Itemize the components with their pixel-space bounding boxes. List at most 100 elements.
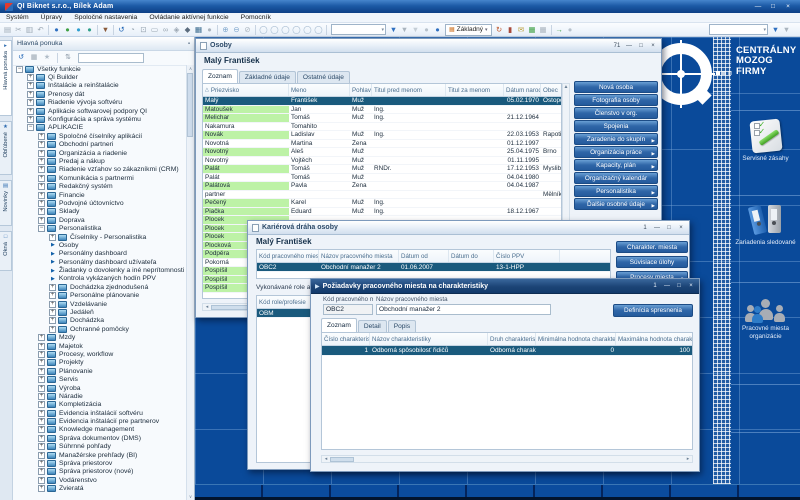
spojenia-button[interactable]: Spojenia	[574, 120, 658, 132]
tree-item-financie[interactable]: +Financie	[13, 191, 187, 199]
shortcut-servisne-zasahy[interactable]: ✓ ✓ Servisné zásahy	[731, 110, 800, 195]
tree-item-aplikacie-softwarovej-podpory-qi[interactable]: +Aplikácie softwarovej podpory QI	[13, 107, 187, 115]
toolbar-icon-state-5[interactable]: ◯	[302, 24, 313, 35]
tree-item-aplikacie[interactable]: −APLIKÁCIE	[13, 124, 187, 132]
column-header-meno[interactable]: Meno	[289, 84, 350, 96]
expand-icon[interactable]: +	[27, 74, 34, 81]
expand-icon[interactable]: +	[38, 192, 45, 199]
tree-item-manazerske-prehlady-bi[interactable]: +Manažérske prehľady (BI)	[13, 451, 187, 459]
expand-icon[interactable]: +	[38, 393, 45, 400]
expand-icon[interactable]: +	[38, 166, 45, 173]
close-icon[interactable]: ×	[784, 3, 792, 10]
tree-item-evidencia-instalacii-softveru[interactable]: +Evidencia inštalácií softvéru	[13, 409, 187, 417]
toolbar-icon-lock[interactable]: ◆	[182, 24, 193, 35]
toolbar-icon-pin[interactable]: ▼	[100, 24, 111, 35]
toolbar-icon-state-3[interactable]: ◯	[280, 24, 291, 35]
toolbar-icon-link[interactable]: ∞	[160, 24, 171, 35]
dalsie-osobne-udaje-button[interactable]: Ďalšie osobné údaje▶	[574, 198, 658, 210]
column-header-titul-za-menom[interactable]: Titul za menom	[446, 84, 504, 96]
table-row[interactable]: MatoušekJanMužIng.	[203, 106, 561, 115]
column-header-obec[interactable]: Obec	[541, 84, 562, 96]
column-header-datum-do[interactable]: Dátum do	[449, 250, 494, 262]
fotografia-osoby-button[interactable]: Fotografia osoby	[574, 94, 658, 106]
table-row[interactable]: MalýFrantišekMuž05.02.1970Ostopo	[203, 97, 561, 106]
table-row[interactable]: PalátTomášMužRNDr.17.12.1953Myslibo	[203, 165, 561, 174]
expand-icon[interactable]: +	[38, 351, 45, 358]
tree-item-suhrnne-pohlady[interactable]: +Súhrnné pohľady	[13, 443, 187, 451]
tree-item-projekty[interactable]: +Projekty	[13, 359, 187, 367]
expand-icon[interactable]: +	[38, 468, 45, 475]
tree-item-dochadzka[interactable]: +Dochádzka	[13, 317, 187, 325]
toolbar-icon-stop[interactable]: ●	[204, 24, 215, 35]
toolbar-icon-filter-2[interactable]: ▼	[770, 24, 781, 35]
toolbar-icon-refresh[interactable]: ↺	[116, 24, 127, 35]
toolbar-icon-filter-off[interactable]: ⊘	[242, 24, 253, 35]
expand-icon[interactable]: +	[49, 317, 56, 324]
toolbar-icon-grid-color[interactable]: ▦	[527, 24, 538, 35]
toolbar-icon-module-green[interactable]: ●	[62, 24, 73, 35]
suvisiace-ulohy-button[interactable]: Súvisiace úlohy	[616, 256, 688, 268]
toolbar-icon-globe[interactable]: ●	[432, 24, 443, 35]
clenstvo-v-org-button[interactable]: Členstvo v org.	[574, 107, 658, 119]
collapse-icon[interactable]: −	[38, 225, 45, 232]
expand-icon[interactable]: +	[38, 183, 45, 190]
maximize-icon[interactable]: □	[665, 225, 673, 231]
table-row[interactable]: MelicharTomášMužIng.21.12.1964	[203, 114, 561, 123]
expand-icon[interactable]: +	[38, 368, 45, 375]
column-header-pohlavie[interactable]: Pohlavie	[350, 84, 372, 96]
tree-item-spolocne-ciselniky-aplikacii[interactable]: +Spoločné číselníky aplikácií	[13, 132, 187, 140]
column-header-datum-narodenia[interactable]: Dátum narodenia	[504, 84, 541, 96]
shortcut-pracovne-miesta[interactable]: Pracovné miesta organizácie	[731, 282, 800, 385]
toolbar-icon-filter-3[interactable]: ▼	[781, 24, 792, 35]
expand-icon[interactable]: +	[49, 309, 56, 316]
tree-item-zvierata[interactable]: +Zvieratá	[13, 485, 187, 493]
expand-icon[interactable]: +	[38, 200, 45, 207]
tab-zoznam[interactable]: Zoznam	[321, 318, 357, 332]
expand-icon[interactable]: +	[38, 343, 45, 350]
tree-item-komunikacia-s-partnermi[interactable]: +Komunikácia s partnermi	[13, 174, 187, 182]
expand-icon[interactable]: +	[49, 326, 56, 333]
tree-item-majetok[interactable]: +Majetok	[13, 342, 187, 350]
expand-icon[interactable]: +	[27, 108, 34, 115]
tree-item-podvojne-uctovnictvo[interactable]: +Podvojné účtovníctvo	[13, 199, 187, 207]
personalistika-button[interactable]: Personalistika▶	[574, 185, 658, 197]
tree-item-personalny-dashboard[interactable]: ▶Personálny dashboard	[13, 250, 187, 258]
tree-item-servis[interactable]: +Servis	[13, 375, 187, 383]
close-icon[interactable]: ×	[649, 43, 657, 49]
column-header-cislo-ppv[interactable]: Číslo PPV	[494, 250, 560, 262]
field-kod-pracovneho-miesta[interactable]: OBC2	[323, 304, 373, 315]
zaradenie-do-skupin-button[interactable]: Zaradenie do skupín▶	[574, 133, 658, 145]
sidebar-tab-hlavna-ponuka[interactable]: ▸Hlavná ponuka	[0, 40, 12, 116]
tree-item-evidencia-instalacii-pre-partnerov[interactable]: +Evidencia inštalácií pre partnerov	[13, 417, 187, 425]
toolbar-profile-dropdown[interactable]: ▦Základný▾	[445, 24, 492, 36]
tree-item-qi-builder[interactable]: +Qi Builder	[13, 73, 187, 81]
tree-item-ochranne-pomocky[interactable]: +Ochranné pomôcky	[13, 325, 187, 333]
expand-icon[interactable]: +	[38, 435, 45, 442]
tab-ostatne-udaje[interactable]: Ostatné údaje	[297, 71, 350, 83]
column-header-titul-pred-menom[interactable]: Titul pred menom	[372, 84, 446, 96]
organizacia-prace-button[interactable]: Organizácia práce▶	[574, 146, 658, 158]
table-row[interactable]: PiačkaEduardMužIng.18.12.1967	[203, 208, 561, 217]
column-header-nazov-charakteristiky[interactable]: Názov charakteristiky	[370, 333, 488, 345]
toolbar-icon-mail[interactable]: ✉	[516, 24, 527, 35]
column-header-cislo-charakteristiky[interactable]: Číslo charakteristiky	[322, 333, 370, 345]
toolbar-icon-print[interactable]: ▦	[193, 24, 204, 35]
tree-item-redakcny-system[interactable]: +Redakčný systém	[13, 182, 187, 190]
table-row[interactable]: NovákLadislavMužIng.22.03.1953Rapotic	[203, 131, 561, 140]
toolbar-quick-filter-combo[interactable]: ▾	[331, 24, 386, 35]
expand-icon[interactable]: +	[38, 443, 45, 450]
tree-item-dochadzka-zjednodusena[interactable]: +Dochádzka zjednodušená	[13, 283, 187, 291]
tree-item-vsetky-funkcie[interactable]: −Všetky funkcie	[13, 65, 187, 73]
tab-zoznam[interactable]: Zoznam	[202, 69, 238, 83]
menu-upravy[interactable]: Úpravy	[35, 14, 69, 21]
sidebar-tab-novinky[interactable]: ▤Novinky	[0, 180, 12, 226]
nav-search-input[interactable]	[78, 53, 144, 63]
tree-item-vodarenstvo[interactable]: +Vodárenstvo	[13, 476, 187, 484]
tree-item-vzdelavanie[interactable]: +Vzdelávanie	[13, 300, 187, 308]
expand-icon[interactable]: +	[38, 175, 45, 182]
sidebar-tab-oblubene[interactable]: ★Obľúbené	[0, 121, 12, 175]
toolbar-icon-grid-gray[interactable]: ▦	[538, 24, 549, 35]
toolbar-search-combo[interactable]: ▾	[709, 24, 768, 35]
tree-item-personalny-dashboard-uzivatela[interactable]: ▶Personálny dashboard užívateľa	[13, 258, 187, 266]
expand-icon[interactable]: +	[27, 116, 34, 123]
